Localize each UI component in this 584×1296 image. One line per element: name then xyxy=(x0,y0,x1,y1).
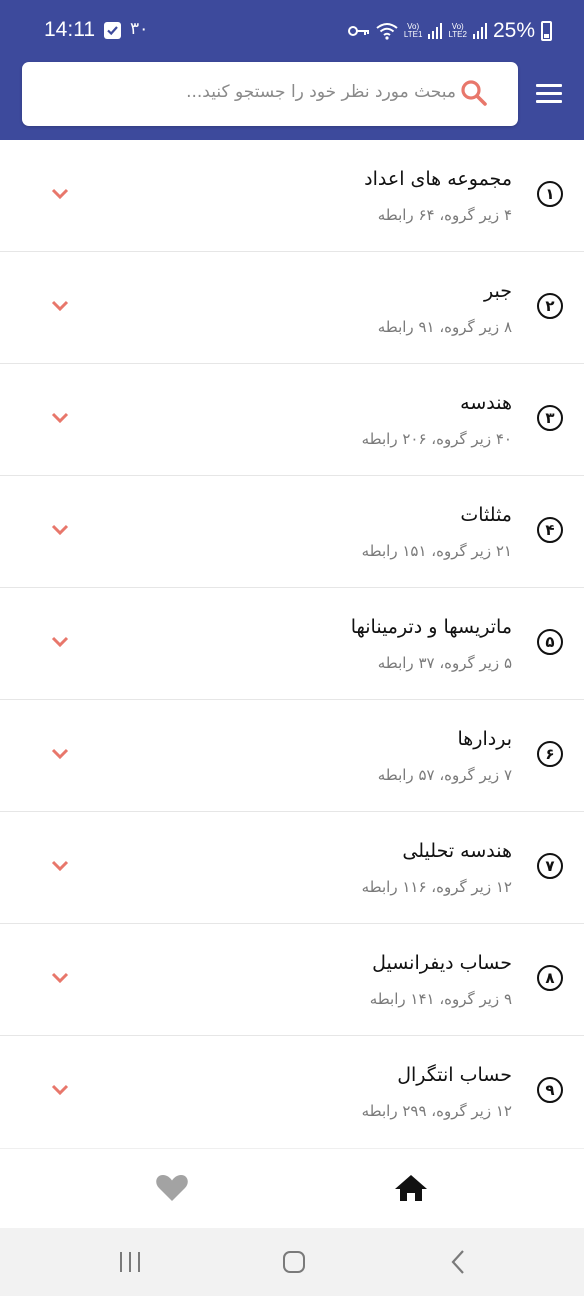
item-subtitle: ۲۱ زیر گروه، ۱۵۱ رابطه xyxy=(361,542,512,560)
bottom-navigation xyxy=(0,1148,584,1228)
status-icons: Vo) LTE1 Vo) LTE2 25% xyxy=(347,16,552,46)
signal-sim2-icon xyxy=(472,23,487,39)
app-header: 14:11 ۳۰ Vo) LTE1 Vo) LTE2 25% مبحث مورد… xyxy=(0,0,584,140)
item-number-badge: ۷ xyxy=(537,853,563,879)
item-title: ماتریسها و دترمینانها xyxy=(350,616,512,638)
item-title: جبر xyxy=(484,280,512,302)
item-title: مثلثات xyxy=(460,504,512,526)
item-subtitle: ۸ زیر گروه، ۹۱ رابطه xyxy=(377,318,512,336)
heart-icon[interactable] xyxy=(155,1173,189,1203)
list-item[interactable]: ماتریسها و دترمینانها ۵ زیر گروه، ۳۷ راب… xyxy=(0,588,584,700)
item-subtitle: ۷ زیر گروه، ۵۷ رابطه xyxy=(377,766,512,784)
menu-icon[interactable] xyxy=(536,84,562,104)
volte-sim1-label: Vo) LTE1 xyxy=(403,22,423,39)
status-bar: 14:11 ۳۰ Vo) LTE1 Vo) LTE2 25% xyxy=(0,0,584,56)
item-subtitle: ۱۲ زیر گروه، ۲۹۹ رابطه xyxy=(361,1102,512,1120)
chevron-down-icon[interactable] xyxy=(51,524,69,536)
system-navigation-bar xyxy=(0,1228,584,1296)
notification-count: ۳۰ xyxy=(130,19,149,39)
status-time: 14:11 xyxy=(44,18,95,41)
list-item[interactable]: هندسه تحلیلی ۱۲ زیر گروه، ۱۱۶ رابطه ۷ xyxy=(0,812,584,924)
list-item[interactable]: مثلثات ۲۱ زیر گروه، ۱۵۱ رابطه ۴ xyxy=(0,476,584,588)
item-number-badge: ۹ xyxy=(537,1077,563,1103)
checkbox-notification-icon xyxy=(104,22,121,39)
item-subtitle: ۵ زیر گروه، ۳۷ رابطه xyxy=(377,654,512,672)
signal-sim1-icon xyxy=(428,23,443,39)
item-title: هندسه تحلیلی xyxy=(402,840,512,862)
list-item[interactable]: هندسه ۴۰ زیر گروه، ۲۰۶ رابطه ۳ xyxy=(0,364,584,476)
chevron-down-icon[interactable] xyxy=(51,188,69,200)
item-title: حساب انتگرال xyxy=(397,1064,512,1086)
back-icon[interactable] xyxy=(449,1248,467,1276)
chevron-down-icon[interactable] xyxy=(51,860,69,872)
chevron-down-icon[interactable] xyxy=(51,748,69,760)
item-title: مجموعه های اعداد xyxy=(364,168,512,190)
chevron-down-icon[interactable] xyxy=(51,1084,69,1096)
wifi-icon xyxy=(376,23,398,40)
item-number-badge: ۳ xyxy=(537,405,563,431)
list-item[interactable]: بردارها ۷ زیر گروه، ۵۷ رابطه ۶ xyxy=(0,700,584,812)
battery-percent: 25% xyxy=(492,19,535,42)
item-number-badge: ۴ xyxy=(537,517,563,543)
home-icon[interactable] xyxy=(394,1173,428,1203)
battery-icon xyxy=(541,21,552,41)
item-title: حساب دیفرانسیل xyxy=(372,952,512,974)
topic-list: مجموعه های اعداد ۴ زیر گروه، ۶۴ رابطه ۱ … xyxy=(0,140,584,1142)
item-number-badge: ۱ xyxy=(537,181,563,207)
list-item[interactable]: مجموعه های اعداد ۴ زیر گروه، ۶۴ رابطه ۱ xyxy=(0,140,584,252)
chevron-down-icon[interactable] xyxy=(51,972,69,984)
item-title: هندسه xyxy=(460,392,512,414)
chevron-down-icon[interactable] xyxy=(51,636,69,648)
item-number-badge: ۶ xyxy=(537,741,563,767)
vpn-key-icon xyxy=(347,26,369,36)
item-subtitle: ۱۲ زیر گروه، ۱۱۶ رابطه xyxy=(361,878,512,896)
item-subtitle: ۹ زیر گروه، ۱۴۱ رابطه xyxy=(369,990,512,1008)
chevron-down-icon[interactable] xyxy=(51,300,69,312)
item-number-badge: ۲ xyxy=(537,293,563,319)
search-placeholder: مبحث مورد نظر خود را جستجو کنید... xyxy=(186,82,456,102)
list-item[interactable]: حساب انتگرال ۱۲ زیر گروه، ۲۹۹ رابطه ۹ xyxy=(0,1036,584,1142)
item-subtitle: ۴ زیر گروه، ۶۴ رابطه xyxy=(377,206,512,224)
list-item[interactable]: جبر ۸ زیر گروه، ۹۱ رابطه ۲ xyxy=(0,252,584,364)
search-icon[interactable] xyxy=(460,79,488,107)
item-title: بردارها xyxy=(457,728,513,750)
volte-sim2-label: Vo) LTE2 xyxy=(448,22,467,39)
home-button-icon[interactable] xyxy=(282,1250,306,1274)
item-number-badge: ۸ xyxy=(537,965,563,991)
chevron-down-icon[interactable] xyxy=(51,412,69,424)
list-item[interactable]: حساب دیفرانسیل ۹ زیر گروه، ۱۴۱ رابطه ۸ xyxy=(0,924,584,1036)
recents-icon[interactable] xyxy=(118,1250,142,1274)
item-subtitle: ۴۰ زیر گروه، ۲۰۶ رابطه xyxy=(361,430,512,448)
search-input[interactable]: مبحث مورد نظر خود را جستجو کنید... xyxy=(22,62,518,126)
item-number-badge: ۵ xyxy=(537,629,563,655)
